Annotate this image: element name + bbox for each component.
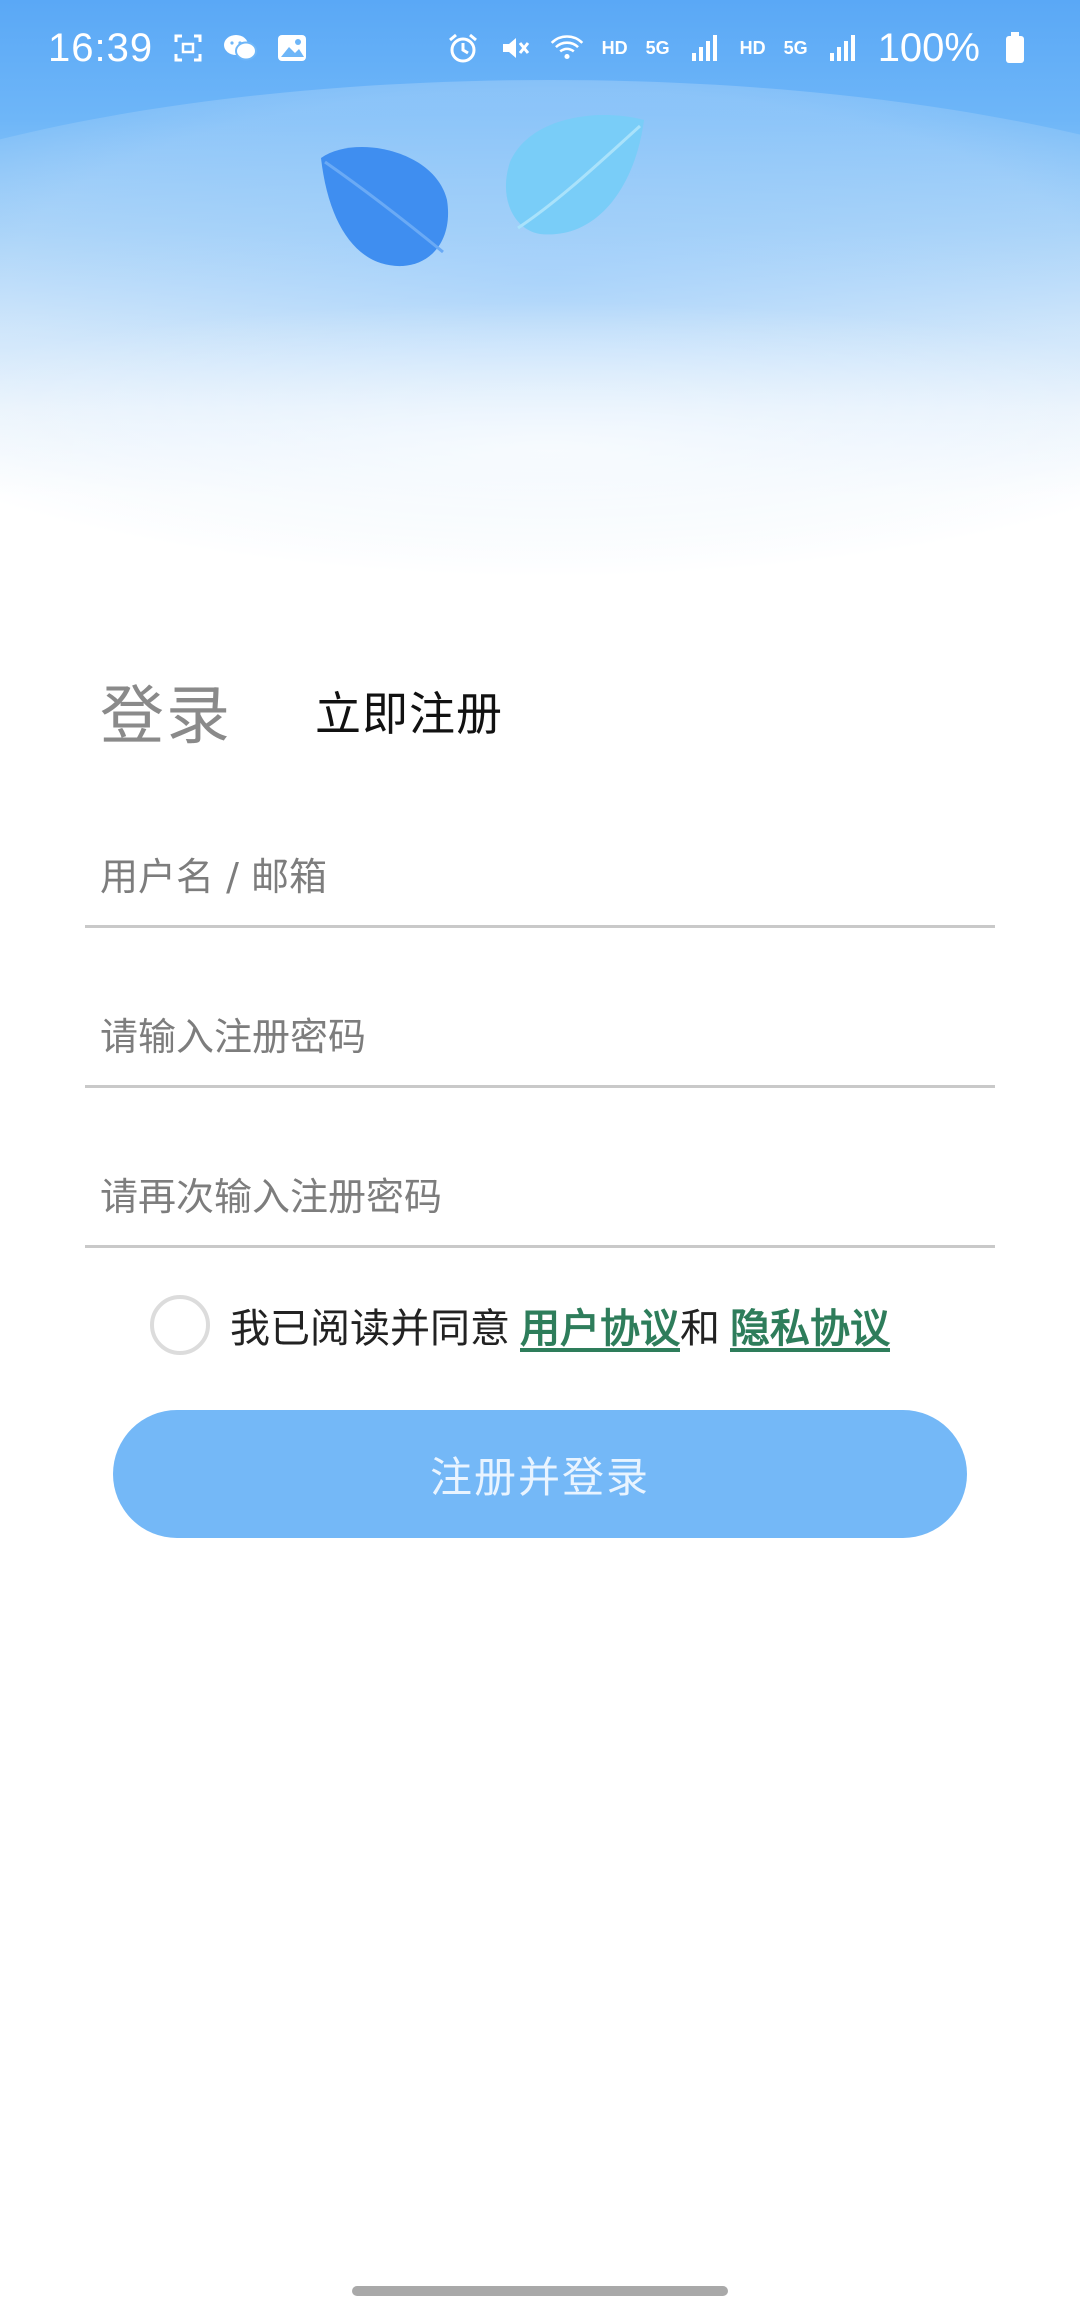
username-input[interactable] [100, 847, 980, 907]
status-bar-right: HD 5G HD 5G 100% [446, 26, 1032, 71]
hd-label: HD [739, 37, 766, 58]
screenshot-icon [171, 31, 205, 65]
status-time: 16:39 [48, 25, 154, 70]
agreement-row: 我已阅读并同意 用户协议 和 隐私协议 [150, 1290, 890, 1360]
username-field [85, 828, 995, 928]
network-type-label: 5G [645, 37, 670, 58]
wifi-icon [550, 31, 584, 65]
privacy-policy-link[interactable]: 隐私协议 [720, 1296, 890, 1354]
confirm-password-field [85, 1148, 995, 1248]
signal-icon [826, 31, 860, 65]
register-and-login-button[interactable]: 注册并登录 [113, 1410, 967, 1538]
signal-icon [688, 31, 722, 65]
status-bar: 16:39 HD 5G HD 5G 100% [0, 0, 1080, 96]
home-indicator[interactable] [352, 2286, 728, 2296]
network-type-label: 5G [783, 37, 808, 58]
status-bar-left: 16:39 [48, 26, 309, 71]
header-background [0, 0, 1080, 660]
agreement-radio[interactable] [150, 1295, 210, 1355]
password-input[interactable] [100, 1007, 980, 1067]
alarm-icon [446, 31, 480, 65]
user-agreement-link[interactable]: 用户协议 [510, 1296, 680, 1354]
mute-icon [498, 31, 532, 65]
register-screen: 16:39 HD 5G HD 5G 100% 登录 立即注册 用户名 / 邮箱 … [0, 0, 1080, 2315]
agreement-text: 我已阅读并同意 [230, 1306, 510, 1352]
gallery-icon [275, 31, 309, 65]
battery-percent: 100% [877, 25, 980, 70]
confirm-password-input[interactable] [100, 1167, 980, 1227]
header-swirl [0, 300, 1080, 600]
tab-login[interactable]: 登录 [100, 665, 232, 757]
leaf-right-icon [505, 115, 644, 235]
wechat-icon [223, 31, 258, 65]
password-field [85, 988, 995, 1088]
leaf-left-icon [321, 147, 449, 267]
battery-icon [998, 31, 1032, 65]
hd-label: HD [601, 37, 628, 58]
agreement-and-text: 和 [680, 1306, 720, 1352]
tab-register[interactable]: 立即注册 [315, 678, 503, 744]
